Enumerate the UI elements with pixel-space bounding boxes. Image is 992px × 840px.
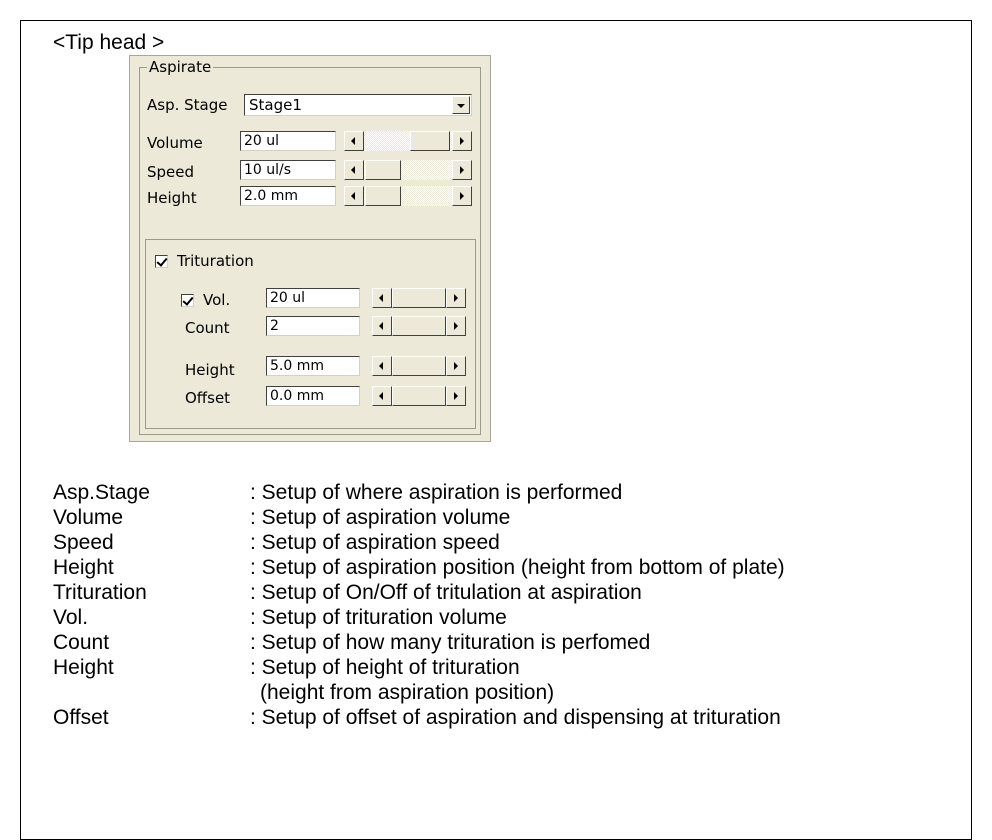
asp-stage-label: Asp. Stage <box>147 96 228 114</box>
description-text: : Setup of aspiration position (height f… <box>250 556 785 579</box>
scroll-left-icon[interactable] <box>372 386 392 406</box>
description-term: Asp.Stage <box>53 481 150 504</box>
description-term: Speed <box>53 531 114 554</box>
scroll-left-icon[interactable] <box>344 160 364 180</box>
speed-label: Speed <box>147 163 195 181</box>
vol-scroll-thumb[interactable] <box>392 288 446 308</box>
height-scrollbar[interactable] <box>344 186 472 206</box>
trituration-height-scrollbar[interactable] <box>372 356 466 376</box>
volume-scrollbar[interactable] <box>344 131 472 151</box>
volume-scroll-thumb[interactable] <box>410 131 450 151</box>
asp-stage-value: Stage1 <box>249 96 302 114</box>
height-label: Height <box>147 189 197 207</box>
scroll-left-icon[interactable] <box>372 288 392 308</box>
speed-scroll-thumb[interactable] <box>365 160 401 180</box>
speed-field[interactable]: 10 ul/s <box>240 160 336 180</box>
description-term: Count <box>53 631 110 654</box>
height-scroll-thumb[interactable] <box>365 186 401 206</box>
vol-checkbox[interactable] <box>181 294 194 307</box>
description-text: : Setup of On/Off of tritulation at aspi… <box>250 581 642 604</box>
scroll-right-icon[interactable] <box>452 131 472 151</box>
trituration-checkbox[interactable] <box>155 255 168 268</box>
description-term: Volume <box>53 506 124 529</box>
description-text: : Setup of where aspiration is performed <box>250 481 623 504</box>
description-text: : Setup of trituration volume <box>250 606 507 629</box>
description-text: : Setup of aspiration volume <box>250 506 511 529</box>
trituration-label: Trituration <box>177 252 254 270</box>
count-label: Count <box>185 319 230 337</box>
asp-stage-dropdown[interactable]: Stage1 <box>244 94 472 116</box>
chevron-down-icon[interactable] <box>452 96 470 114</box>
scroll-left-icon[interactable] <box>344 186 364 206</box>
trituration-height-field[interactable]: 5.0 mm <box>266 356 360 376</box>
vol-label: Vol. <box>203 291 231 309</box>
section-heading: <Tip head > <box>53 31 165 54</box>
description-text: (height from aspiration position) <box>260 681 555 704</box>
description-term: Vol. <box>53 606 89 629</box>
scroll-right-icon[interactable] <box>452 186 472 206</box>
aspirate-panel: Aspirate Asp. Stage Stage1 Volume 20 ul … <box>129 55 491 442</box>
scroll-right-icon[interactable] <box>446 386 466 406</box>
volume-field[interactable]: 20 ul <box>240 131 336 151</box>
trituration-height-label: Height <box>185 361 235 379</box>
scroll-left-icon[interactable] <box>372 356 392 376</box>
description-text: : Setup of height of trituration <box>250 656 520 679</box>
description-text: : Setup of how many trituration is perfo… <box>250 631 651 654</box>
offset-scroll-thumb[interactable] <box>392 386 446 406</box>
scroll-left-icon[interactable] <box>372 316 392 336</box>
speed-scrollbar[interactable] <box>344 160 472 180</box>
count-field[interactable]: 2 <box>266 316 360 336</box>
scroll-right-icon[interactable] <box>446 288 466 308</box>
aspirate-group-label: Aspirate <box>147 58 214 76</box>
description-text: : Setup of offset of aspiration and disp… <box>250 706 781 729</box>
count-scrollbar[interactable] <box>372 316 466 336</box>
vol-scrollbar[interactable] <box>372 288 466 308</box>
description-term: Offset <box>53 706 109 729</box>
count-scroll-thumb[interactable] <box>392 316 446 336</box>
scroll-right-icon[interactable] <box>446 356 466 376</box>
offset-label: Offset <box>185 389 231 407</box>
description-term: Trituration <box>53 581 147 604</box>
offset-scrollbar[interactable] <box>372 386 466 406</box>
scroll-right-icon[interactable] <box>446 316 466 336</box>
description-term: Height <box>53 556 114 579</box>
scroll-right-icon[interactable] <box>452 160 472 180</box>
vol-field[interactable]: 20 ul <box>266 288 360 308</box>
offset-field[interactable]: 0.0 mm <box>266 386 360 406</box>
description-term: Height <box>53 656 114 679</box>
height-field[interactable]: 2.0 mm <box>240 186 336 206</box>
description-text: : Setup of aspiration speed <box>250 531 500 554</box>
volume-label: Volume <box>147 134 203 152</box>
scroll-left-icon[interactable] <box>344 131 364 151</box>
trituration-height-scroll-thumb[interactable] <box>392 356 446 376</box>
